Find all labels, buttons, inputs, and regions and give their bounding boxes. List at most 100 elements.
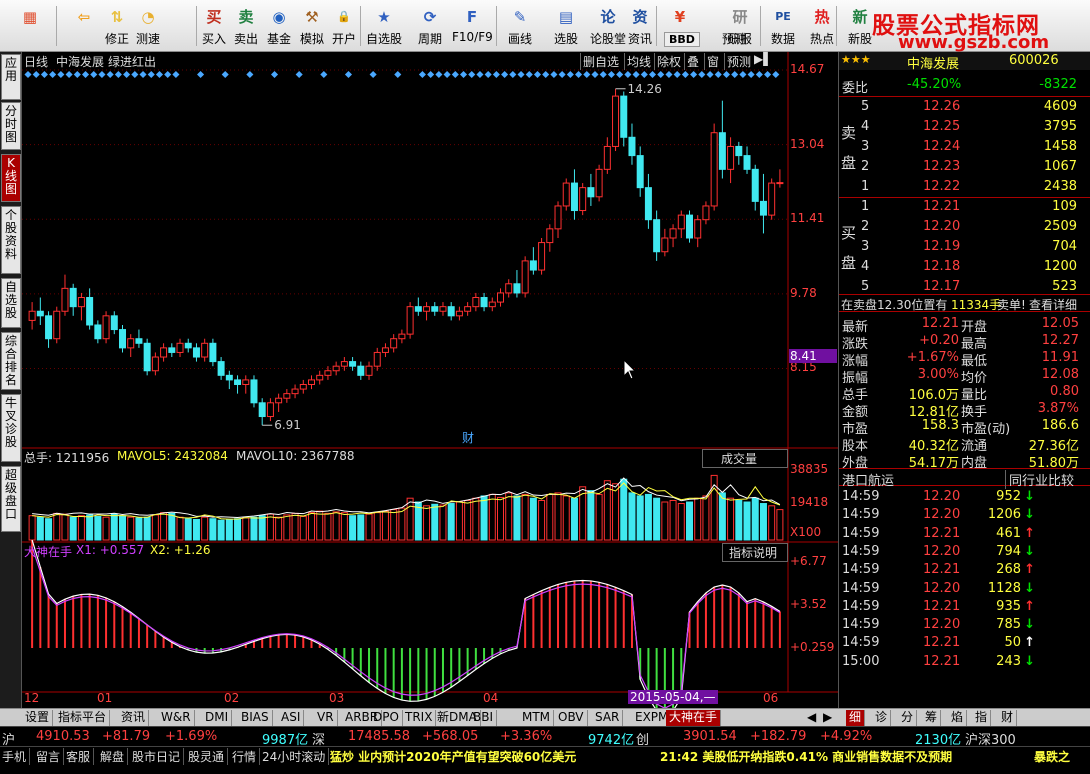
- footer-item-4[interactable]: 股市日记: [132, 748, 185, 765]
- toolbar-button-pe[interactable]: PE 数据: [763, 3, 803, 49]
- ask-level-row[interactable]: 5 12.26 4609: [839, 98, 1090, 116]
- quote-panel-tab-4[interactable]: 焰: [948, 710, 968, 726]
- indicator-tab-0[interactable]: 设置: [22, 710, 54, 726]
- toolbar-button-screen[interactable]: ▤ 选股: [546, 3, 586, 49]
- indicator-tab-7[interactable]: VR: [314, 710, 338, 726]
- footer-item-3[interactable]: 解盘: [100, 748, 129, 765]
- left-tab-3[interactable]: 个股资料: [1, 206, 21, 274]
- indicator-tab-6[interactable]: ASI: [278, 710, 305, 726]
- industry-compare-button[interactable]: 同行业比较: [1005, 470, 1074, 489]
- panel-toggle-icon[interactable]: ▶▌: [754, 52, 772, 66]
- chart-header-button-3[interactable]: 叠: [684, 53, 699, 70]
- left-tab-2[interactable]: K线图: [1, 154, 21, 202]
- left-tab-4[interactable]: 自选股: [1, 278, 21, 328]
- sh-index[interactable]: 4910.53: [36, 729, 90, 744]
- quote-panel-tab-6[interactable]: 财: [998, 710, 1018, 726]
- hot-icon: 热: [814, 8, 830, 26]
- quote-panel-tab-1[interactable]: 诊: [872, 710, 892, 726]
- toolbar-button-buy[interactable]: 买买入: [199, 3, 229, 49]
- left-tab-7[interactable]: 超级盘口: [1, 466, 21, 532]
- news-ticker-tail[interactable]: 暴跌之: [1034, 748, 1070, 765]
- news-ticker-1[interactable]: 猛炒 业内预计2020年产值有望突破60亿美元: [330, 748, 576, 765]
- left-tab-5[interactable]: 综合排名: [1, 332, 21, 390]
- scroll-left-icon[interactable]: ◀: [804, 710, 819, 726]
- indicator-tab-13[interactable]: MTM: [519, 710, 555, 726]
- notice-tail: 卖单!: [997, 298, 1026, 312]
- indicator-tab-1[interactable]: 指标平台: [55, 710, 111, 726]
- volume-dropdown[interactable]: 成交量: [702, 449, 788, 468]
- arrow-down-icon: ↓: [1024, 489, 1035, 504]
- indicator-help-button[interactable]: 指标说明: [722, 543, 788, 562]
- sz-index[interactable]: 17485.58: [348, 729, 410, 744]
- news-ticker-2[interactable]: 21:42 美股低开纳指跌0.41% 商业销售数据不及预期: [660, 748, 952, 765]
- ask-level-row[interactable]: 2 12.23 1067: [839, 158, 1090, 176]
- indicator-tab-14[interactable]: OBV: [555, 710, 588, 726]
- toolbar-button-star[interactable]: ★ 自选股: [364, 3, 404, 49]
- industry-name[interactable]: 港口航运: [842, 470, 894, 489]
- toolbar-button-lock[interactable]: 🔒 开户: [329, 3, 359, 49]
- volume-bar: [77, 515, 85, 541]
- quote-panel-tab-2[interactable]: 分: [898, 710, 918, 726]
- bid-level-row[interactable]: 4 12.18 1200: [839, 258, 1090, 276]
- quote-panel-tab-5[interactable]: 指: [972, 710, 992, 726]
- volume-bar: [612, 483, 620, 541]
- chart-header-button-1[interactable]: 均线: [624, 53, 651, 70]
- toolbar-button-cycle[interactable]: ⟳ 周期: [410, 3, 450, 49]
- left-tab-0[interactable]: 应用: [1, 54, 21, 100]
- chart-header-button-2[interactable]: 除权: [654, 53, 681, 70]
- stat-row: 金额 12.81亿 换手 3.87%: [839, 400, 1090, 420]
- indicator-tab-12[interactable]: BBI: [470, 710, 498, 726]
- chart-header-button-5[interactable]: 预测: [724, 53, 751, 70]
- period-label[interactable]: 日线: [24, 53, 48, 70]
- toolbar-button-label: 选股: [553, 32, 578, 46]
- quote-panel-tab-3[interactable]: 筹: [922, 710, 942, 726]
- candle: [521, 256, 529, 298]
- indicator-tab-17[interactable]: 大神在手: [666, 710, 722, 726]
- indicator-tab-5[interactable]: BIAS: [238, 710, 273, 726]
- footer-item-7[interactable]: 24小时滚动: [262, 748, 330, 765]
- toolbar-button-hammer[interactable]: ⚒ 模拟: [297, 3, 327, 49]
- bid-level-row[interactable]: 1 12.21 109: [839, 198, 1090, 216]
- toolbar-button-pen[interactable]: ✎ 画线: [500, 3, 540, 49]
- indicator-tab-9[interactable]: DPO: [370, 710, 403, 726]
- forecast-button[interactable]: 预测: [722, 30, 746, 47]
- bid-level-row[interactable]: 2 12.20 2509: [839, 218, 1090, 236]
- ask-level: 5: [861, 99, 870, 114]
- volume-bar: [86, 514, 94, 541]
- toolbar-button-news[interactable]: 资资讯: [620, 3, 660, 49]
- kline-chart-svg[interactable]: 14.26 6.91 财: [22, 52, 838, 708]
- toolbar-button-up-down[interactable]: ⇅ 修正: [102, 3, 132, 49]
- quote-panel-tab-0[interactable]: 细: [846, 710, 866, 726]
- ask-level-row[interactable]: 4 12.25 3795: [839, 118, 1090, 136]
- bid-level-row[interactable]: 3 12.19 704: [839, 238, 1090, 256]
- trade-tick-row: 14:59 12.20 952 ↓: [839, 488, 1090, 506]
- footer-item-0[interactable]: 手机: [2, 748, 31, 765]
- chart-header-button-4[interactable]: 窗: [704, 53, 719, 70]
- footer-item-5[interactable]: 股灵通: [188, 748, 229, 765]
- view-detail-link[interactable]: 查看详细: [1029, 296, 1077, 313]
- indicator-tab-15[interactable]: SAR: [592, 710, 624, 726]
- volume-bar: [291, 512, 299, 541]
- footer-item-1[interactable]: 留言: [36, 748, 65, 765]
- footer-item-6[interactable]: 行情: [232, 748, 261, 765]
- indicator-tab-10[interactable]: TRIX: [402, 710, 437, 726]
- toolbar-button-fund[interactable]: ◉ 基金: [264, 3, 294, 49]
- toolbar-button-back-arrow[interactable]: ⇦: [60, 3, 108, 49]
- x-axis-tick: 01: [97, 691, 113, 705]
- ask-level-row[interactable]: 1 12.22 2438: [839, 178, 1090, 196]
- chart-header-button-0[interactable]: 删自选: [580, 53, 619, 70]
- toolbar-button-clock[interactable]: ◔ 测速: [133, 3, 163, 49]
- toolbar-button-f10[interactable]: F F10/F9: [452, 3, 493, 49]
- toolbar-button-windows[interactable]: ▦: [6, 3, 54, 49]
- footer-item-2[interactable]: 客服: [66, 748, 95, 765]
- left-tab-1[interactable]: 分时图: [1, 102, 21, 150]
- bbd-button[interactable]: BBD: [664, 32, 700, 47]
- scroll-right-icon[interactable]: ▶: [820, 710, 835, 726]
- toolbar-button-sell[interactable]: 卖卖出: [231, 3, 261, 49]
- indicator-tab-3[interactable]: W&R: [158, 710, 195, 726]
- ask-level-row[interactable]: 3 12.24 1458: [839, 138, 1090, 156]
- left-tab-6[interactable]: 牛叉诊股: [1, 394, 21, 462]
- indicator-tab-2[interactable]: 资讯: [118, 710, 150, 726]
- indicator-tab-4[interactable]: DMI: [202, 710, 233, 726]
- cy-index[interactable]: 3901.54: [683, 729, 737, 744]
